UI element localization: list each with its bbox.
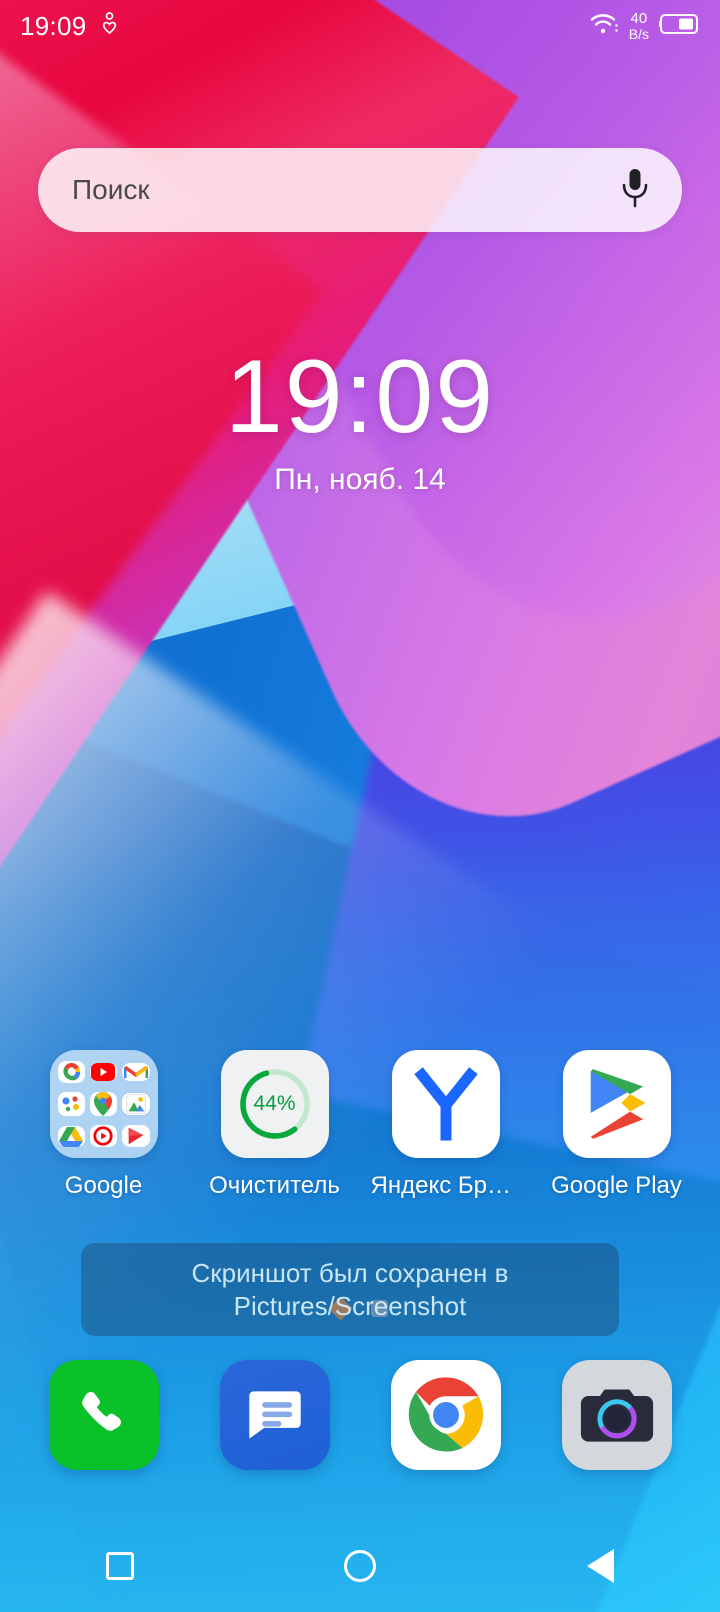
app-cleaner[interactable]: 44% Очиститель bbox=[200, 1050, 350, 1200]
chrome-icon[interactable] bbox=[390, 1360, 501, 1470]
app-google-play[interactable]: Google Play bbox=[542, 1050, 692, 1200]
phone-icon[interactable] bbox=[48, 1360, 159, 1470]
dock-item-chrome[interactable] bbox=[371, 1360, 521, 1470]
microphone-icon[interactable] bbox=[618, 165, 652, 216]
status-bar-clock: 19:09 bbox=[20, 10, 87, 41]
app-label: Очиститель bbox=[209, 1172, 340, 1199]
clock-time: 19:09 bbox=[224, 339, 496, 455]
google-play-icon[interactable] bbox=[562, 1050, 671, 1158]
youtube-icon bbox=[89, 1062, 118, 1081]
network-speed-indicator: 40 B/s bbox=[629, 11, 649, 41]
folder-icon-google[interactable] bbox=[49, 1050, 158, 1158]
clock-date: Пн, нояб. 14 bbox=[274, 463, 446, 496]
home-button[interactable] bbox=[300, 1536, 420, 1596]
dock-item-camera[interactable] bbox=[542, 1360, 692, 1470]
circle-icon bbox=[344, 1550, 376, 1582]
battery-icon bbox=[658, 12, 700, 41]
toast-message: Скриншот был сохранен в Pictures/Screens… bbox=[81, 1243, 619, 1336]
navigation-bar[interactable] bbox=[0, 1520, 720, 1612]
triangle-left-icon bbox=[586, 1549, 614, 1583]
app-yandex-browser[interactable]: Яндекс Бра… bbox=[371, 1050, 521, 1200]
app-row: Google 44% Очиститель Яндекс Бра… Google… bbox=[0, 1050, 720, 1200]
yandex-browser-icon[interactable] bbox=[391, 1050, 500, 1158]
dock-item-phone[interactable] bbox=[29, 1360, 179, 1470]
gmail-icon bbox=[122, 1062, 150, 1081]
toast-text: Скриншот был сохранен в Pictures/Screens… bbox=[191, 1258, 509, 1321]
google-maps-icon bbox=[89, 1091, 118, 1116]
back-button[interactable] bbox=[540, 1536, 660, 1596]
app-label: Google bbox=[64, 1172, 143, 1199]
wifi-icon bbox=[590, 11, 620, 42]
network-speed-unit: B/s bbox=[628, 26, 649, 42]
google-search-icon bbox=[57, 1060, 85, 1083]
status-bar[interactable]: 19:09 40 B/s bbox=[0, 0, 720, 52]
cleaner-icon[interactable]: 44% bbox=[220, 1050, 329, 1158]
camera-icon[interactable] bbox=[561, 1360, 672, 1470]
google-assistant-icon bbox=[57, 1091, 85, 1116]
dock bbox=[0, 1360, 720, 1470]
app-label: Яндекс Бра… bbox=[370, 1172, 521, 1199]
dock-item-messages[interactable] bbox=[200, 1360, 350, 1470]
app-label: Google Play bbox=[551, 1172, 682, 1199]
search-input-placeholder[interactable]: Поиск bbox=[72, 174, 618, 206]
google-drive-icon bbox=[57, 1125, 85, 1147]
google-podcasts-icon bbox=[122, 1125, 150, 1148]
cleaner-percent: 44% bbox=[253, 1092, 296, 1115]
cleaner-progress-ring: 44% bbox=[237, 1066, 313, 1142]
square-icon bbox=[106, 1552, 134, 1580]
network-speed-value: 40 bbox=[630, 10, 648, 27]
youtube-music-icon bbox=[89, 1125, 118, 1148]
google-photos-icon bbox=[122, 1092, 150, 1115]
clock-widget[interactable]: 19:09 Пн, нояб. 14 bbox=[0, 345, 720, 497]
app-google-folder[interactable]: Google bbox=[29, 1050, 179, 1200]
messages-icon[interactable] bbox=[219, 1360, 330, 1470]
heart-icon bbox=[101, 11, 118, 41]
search-widget[interactable]: Поиск bbox=[38, 148, 682, 232]
recents-button[interactable] bbox=[60, 1536, 180, 1596]
